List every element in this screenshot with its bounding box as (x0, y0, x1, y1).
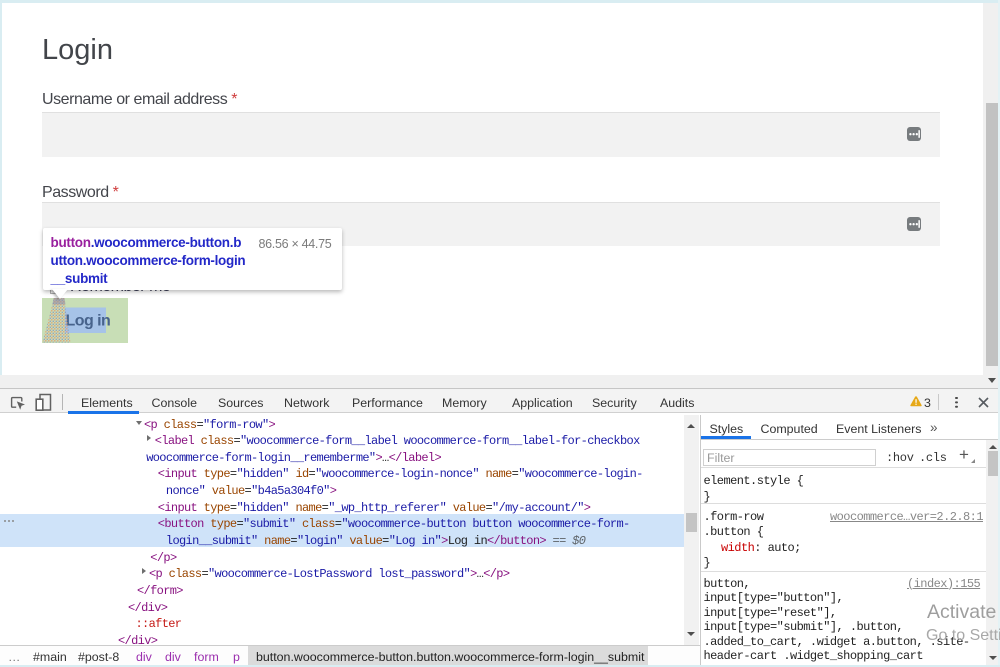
svg-text:Log in: Log in (66, 312, 111, 329)
